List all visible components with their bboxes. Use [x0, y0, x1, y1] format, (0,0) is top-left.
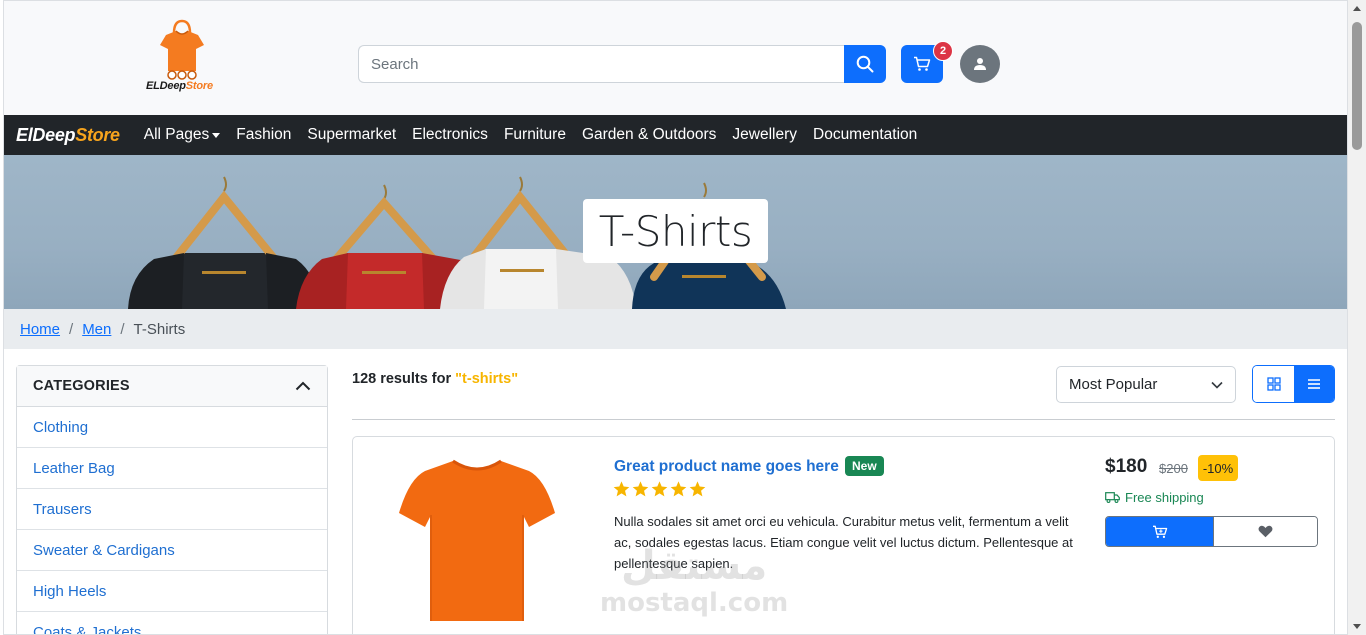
sort-select[interactable]: Most Popular	[1056, 366, 1236, 403]
breadcrumb-men-link[interactable]: Men	[82, 321, 111, 338]
breadcrumb-separator: /	[120, 320, 125, 338]
product-rating	[613, 481, 706, 497]
nav-item-electronics[interactable]: Electronics	[412, 126, 488, 144]
product-price: $180	[1105, 456, 1148, 477]
results-query: "t-shirts"	[455, 371, 519, 387]
category-item-sweater-cardigans[interactable]: Sweater & Cardigans	[17, 530, 327, 571]
cart-count-badge: 2	[933, 41, 953, 61]
grid-view-button[interactable]	[1253, 366, 1294, 402]
search-icon	[856, 55, 874, 73]
grid-icon	[1266, 377, 1281, 391]
page: ELDeepStore 2	[3, 0, 1348, 635]
new-badge: New	[845, 456, 884, 476]
category-item-coats-jackets[interactable]: Coats & Jackets	[17, 612, 327, 635]
list-view-button[interactable]	[1294, 366, 1334, 402]
user-avatar-button[interactable]	[960, 45, 1000, 83]
truck-icon	[1105, 492, 1120, 503]
results-divider	[352, 419, 1335, 420]
breadcrumb-separator: /	[69, 320, 74, 338]
product-old-price: $200	[1159, 461, 1188, 476]
results-count: 128 results for "t-shirts"	[352, 371, 519, 387]
chevron-down-icon	[1211, 381, 1223, 389]
category-item-high-heels[interactable]: High Heels	[17, 571, 327, 612]
star-icon	[670, 481, 687, 497]
product-name-link[interactable]: Great product name goes here	[614, 458, 839, 476]
nav-item-supermarket[interactable]: Supermarket	[307, 126, 396, 144]
cart-icon	[914, 56, 931, 71]
nav-item-fashion[interactable]: Fashion	[236, 126, 291, 144]
shipping-info: Free shipping	[1105, 490, 1204, 505]
product-actions	[1105, 516, 1318, 547]
nav-item-documentation[interactable]: Documentation	[813, 126, 917, 144]
view-toggle	[1252, 365, 1335, 403]
shopping-bag-shirt-icon	[160, 19, 204, 80]
user-icon	[974, 58, 986, 70]
product-card: Great product name goes here New Nulla s…	[352, 436, 1335, 634]
page-scrollbar[interactable]	[1348, 0, 1366, 635]
watermark: مستقل mostaql.com	[600, 543, 789, 618]
categories-header[interactable]: CATEGORIES	[17, 366, 327, 407]
store-logo[interactable]: ELDeepStore	[144, 19, 244, 99]
main-navbar: ElDeepStore All Pages Fashion Supermarke…	[4, 115, 1347, 155]
chevron-up-icon	[295, 381, 311, 391]
category-item-clothing[interactable]: Clothing	[17, 407, 327, 448]
breadcrumb-current: T-Shirts	[133, 320, 186, 338]
search-button[interactable]	[844, 45, 886, 83]
category-item-leather-bag[interactable]: Leather Bag	[17, 448, 327, 489]
scrollbar-thumb[interactable]	[1352, 22, 1362, 150]
top-header: ELDeepStore 2	[4, 1, 1347, 115]
hero-banner: T-Shirts	[4, 155, 1347, 309]
nav-item-furniture[interactable]: Furniture	[504, 126, 566, 144]
scroll-up-arrow-icon[interactable]	[1353, 6, 1361, 11]
product-image-orange-tshirt[interactable]	[397, 455, 557, 625]
search-bar	[358, 45, 886, 83]
chevron-down-icon	[212, 132, 221, 138]
add-to-cart-button[interactable]	[1106, 517, 1213, 546]
add-to-wishlist-button[interactable]	[1213, 517, 1317, 546]
categories-sidebar: CATEGORIES Clothing Leather Bag Trausers…	[16, 365, 328, 635]
breadcrumb-home-link[interactable]: Home	[20, 321, 60, 338]
category-item-trausers[interactable]: Trausers	[17, 489, 327, 530]
search-input[interactable]	[358, 45, 844, 83]
star-icon	[651, 481, 668, 497]
page-title: T-Shirts	[583, 199, 768, 263]
categories-title: CATEGORIES	[33, 378, 130, 394]
logo-text: ELDeepStore	[146, 80, 213, 92]
cart-plus-icon	[1152, 525, 1167, 538]
star-icon	[613, 481, 630, 497]
nav-item-all-pages[interactable]: All Pages	[144, 126, 221, 144]
breadcrumb: Home / Men / T-Shirts	[4, 309, 1347, 349]
scroll-down-arrow-icon[interactable]	[1353, 624, 1361, 629]
star-icon	[632, 481, 649, 497]
nav-item-jewellery[interactable]: Jewellery	[732, 126, 797, 144]
star-icon	[689, 481, 706, 497]
discount-badge: -10%	[1198, 455, 1238, 481]
heart-icon	[1258, 525, 1273, 538]
navbar-brand[interactable]: ElDeepStore	[16, 125, 120, 146]
list-icon	[1308, 379, 1320, 389]
nav-item-garden-outdoors[interactable]: Garden & Outdoors	[582, 126, 716, 144]
